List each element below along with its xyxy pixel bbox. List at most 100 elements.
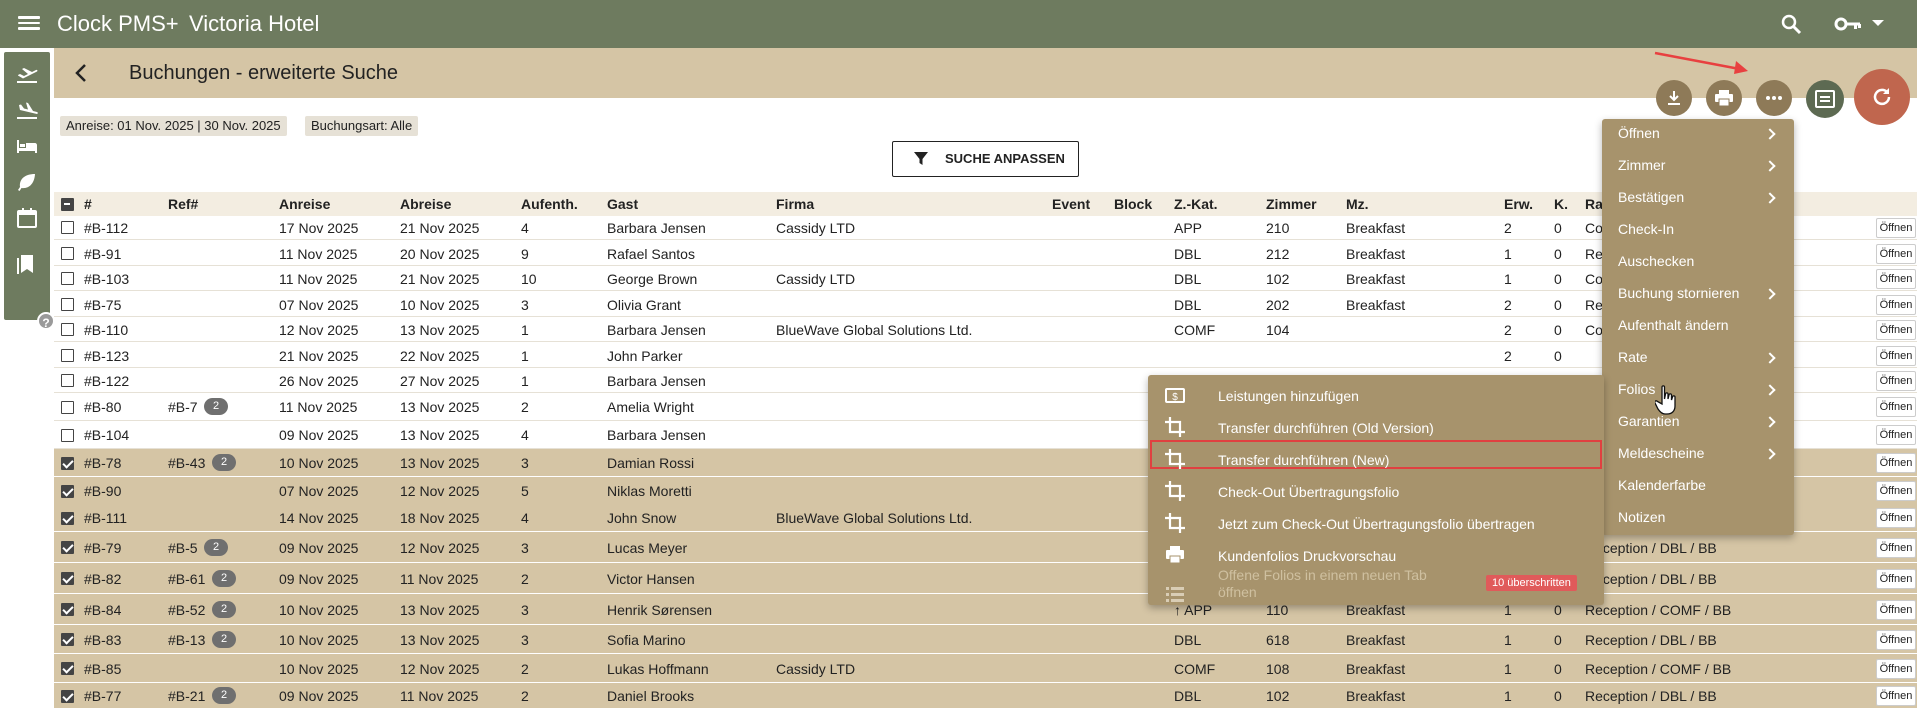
open-booking-button[interactable]: Öffnen xyxy=(1876,538,1916,558)
row-checkbox[interactable] xyxy=(61,401,74,414)
table-row[interactable]: #B-79 09 Nov 2025 12 Nov 2025 3 Lucas Meyer R… xyxy=(54,532,1917,563)
col-departure[interactable]: Abreise xyxy=(400,196,451,212)
open-booking-button[interactable]: Öffnen xyxy=(1876,371,1916,391)
refresh-button[interactable] xyxy=(1854,69,1910,125)
table-row[interactable]: #B-85 10 Nov 2025 12 Nov 2025 2 Lukas Hoffma… xyxy=(54,654,1917,683)
arrival-filter-chip[interactable]: Anreise: 01 Nov. 2025 | 30 Nov. 2025 xyxy=(60,116,287,136)
folios-menu-item[interactable]: Leistungen hinzufügen xyxy=(1218,388,1359,404)
leaf-icon[interactable] xyxy=(15,170,39,194)
download-button[interactable] xyxy=(1656,80,1692,116)
open-booking-button[interactable]: Öffnen xyxy=(1876,659,1916,679)
menu-item[interactable]: Zimmer xyxy=(1618,157,1665,173)
col-meal[interactable]: Mz. xyxy=(1346,196,1369,212)
row-checkbox[interactable] xyxy=(61,690,74,703)
open-booking-button[interactable]: Öffnen xyxy=(1876,397,1916,417)
row-checkbox[interactable] xyxy=(61,662,74,675)
row-checkbox[interactable] xyxy=(61,633,74,646)
help-icon[interactable]: ? xyxy=(37,312,55,330)
adjust-search-button[interactable]: SUCHE ANPASSEN xyxy=(892,141,1079,177)
ref-id[interactable]: #B-43 xyxy=(168,455,205,471)
open-booking-button[interactable]: Öffnen xyxy=(1876,218,1916,238)
hamburger-menu-icon[interactable] xyxy=(18,13,40,35)
table-row[interactable]: #B-83 10 Nov 2025 13 Nov 2025 3 Sofia Marino… xyxy=(54,625,1917,654)
ref-id[interactable]: #B-61 xyxy=(168,571,205,587)
open-booking-button[interactable]: Öffnen xyxy=(1876,600,1916,620)
col-company[interactable]: Firma xyxy=(776,196,814,212)
col-room-category[interactable]: Z.-Kat. xyxy=(1174,196,1218,212)
more-actions-button[interactable] xyxy=(1756,80,1792,116)
ref-id[interactable]: #B-5 xyxy=(168,540,198,556)
bookmarks-icon[interactable] xyxy=(15,252,39,276)
open-booking-button[interactable]: Öffnen xyxy=(1876,425,1916,445)
menu-item[interactable]: Check-In xyxy=(1618,221,1674,237)
menu-item[interactable]: Buchung stornieren xyxy=(1618,285,1739,301)
col-id[interactable]: # xyxy=(84,196,92,212)
select-all-checkbox[interactable] xyxy=(61,198,74,211)
row-checkbox[interactable] xyxy=(61,512,74,525)
row-checkbox[interactable] xyxy=(61,272,74,285)
col-room[interactable]: Zimmer xyxy=(1266,196,1317,212)
open-booking-button[interactable]: Öffnen xyxy=(1876,244,1916,264)
menu-item[interactable]: Aufenthalt ändern xyxy=(1618,317,1729,333)
row-checkbox[interactable] xyxy=(61,221,74,234)
col-ref[interactable]: Ref# xyxy=(168,196,198,212)
row-checkbox[interactable] xyxy=(61,349,74,362)
row-checkbox[interactable] xyxy=(61,298,74,311)
open-booking-button[interactable]: Öffnen xyxy=(1876,508,1916,528)
row-checkbox[interactable] xyxy=(61,247,74,260)
table-row[interactable]: #B-82 09 Nov 2025 11 Nov 2025 2 Victor Hanse… xyxy=(54,563,1917,594)
col-adults[interactable]: Erw. xyxy=(1504,196,1533,212)
open-booking-button[interactable]: Öffnen xyxy=(1876,295,1916,315)
booking-type-filter-chip[interactable]: Buchungsart: Alle xyxy=(305,116,419,136)
col-arrival[interactable]: Anreise xyxy=(279,196,330,212)
row-checkbox[interactable] xyxy=(61,603,74,616)
departure-plane-icon[interactable] xyxy=(15,62,39,86)
ref-id[interactable]: #B-13 xyxy=(168,632,205,648)
row-checkbox[interactable] xyxy=(61,572,74,585)
col-nights[interactable]: Aufenth. xyxy=(521,196,578,212)
open-booking-button[interactable]: Öffnen xyxy=(1876,269,1916,289)
open-booking-button[interactable]: Öffnen xyxy=(1876,346,1916,366)
col-event[interactable]: Event xyxy=(1052,196,1090,212)
back-arrow-icon[interactable] xyxy=(70,61,94,85)
open-booking-button[interactable]: Öffnen xyxy=(1876,630,1916,650)
menu-item[interactable]: Meldescheine xyxy=(1618,445,1704,461)
view-toggle-button[interactable] xyxy=(1806,80,1844,118)
menu-item[interactable]: Auschecken xyxy=(1618,253,1694,269)
row-checkbox[interactable] xyxy=(61,374,74,387)
col-rate[interactable]: Ra xyxy=(1585,196,1603,212)
folios-menu-item[interactable]: Kundenfolios Druckvorschau xyxy=(1218,548,1396,564)
menu-item[interactable]: Öffnen xyxy=(1618,125,1660,141)
menu-item[interactable]: Kalenderfarbe xyxy=(1618,477,1706,493)
menu-item[interactable]: Folios xyxy=(1618,381,1655,397)
folios-menu-item[interactable]: Check-Out Übertragungsfolio xyxy=(1218,484,1399,500)
key-icon[interactable] xyxy=(1834,12,1862,36)
col-kids[interactable]: K. xyxy=(1554,196,1568,212)
ref-id[interactable]: #B-21 xyxy=(168,688,205,704)
menu-item[interactable]: Notizen xyxy=(1618,509,1665,525)
row-checkbox[interactable] xyxy=(61,323,74,336)
folios-menu-item[interactable]: Jetzt zum Check-Out Übertragungsfolio üb… xyxy=(1218,516,1535,532)
folios-menu-item[interactable]: Transfer durchführen (New) xyxy=(1218,452,1389,468)
open-booking-button[interactable]: Öffnen xyxy=(1876,453,1916,473)
menu-item[interactable]: Rate xyxy=(1618,349,1648,365)
bed-icon[interactable] xyxy=(15,134,39,158)
col-guest[interactable]: Gast xyxy=(607,196,638,212)
row-checkbox[interactable] xyxy=(61,485,74,498)
table-row[interactable]: #B-84 10 Nov 2025 13 Nov 2025 3 Henrik Søren… xyxy=(54,594,1917,625)
table-row[interactable]: #B-77 09 Nov 2025 11 Nov 2025 2 Daniel Brook… xyxy=(54,683,1917,709)
ref-id[interactable]: #B-52 xyxy=(168,602,205,618)
account-dropdown-icon[interactable] xyxy=(1872,20,1884,26)
open-booking-button[interactable]: Öffnen xyxy=(1876,481,1916,501)
ref-id[interactable]: #B-7 xyxy=(168,399,198,415)
row-checkbox[interactable] xyxy=(61,541,74,554)
calendar-icon[interactable] xyxy=(15,206,39,230)
open-booking-button[interactable]: Öffnen xyxy=(1876,686,1916,706)
open-booking-button[interactable]: Öffnen xyxy=(1876,320,1916,340)
print-button[interactable] xyxy=(1706,80,1742,116)
arrival-plane-icon[interactable] xyxy=(15,98,39,122)
search-icon[interactable] xyxy=(1779,12,1803,36)
row-checkbox[interactable] xyxy=(61,457,74,470)
col-block[interactable]: Block xyxy=(1114,196,1152,212)
open-booking-button[interactable]: Öffnen xyxy=(1876,569,1916,589)
